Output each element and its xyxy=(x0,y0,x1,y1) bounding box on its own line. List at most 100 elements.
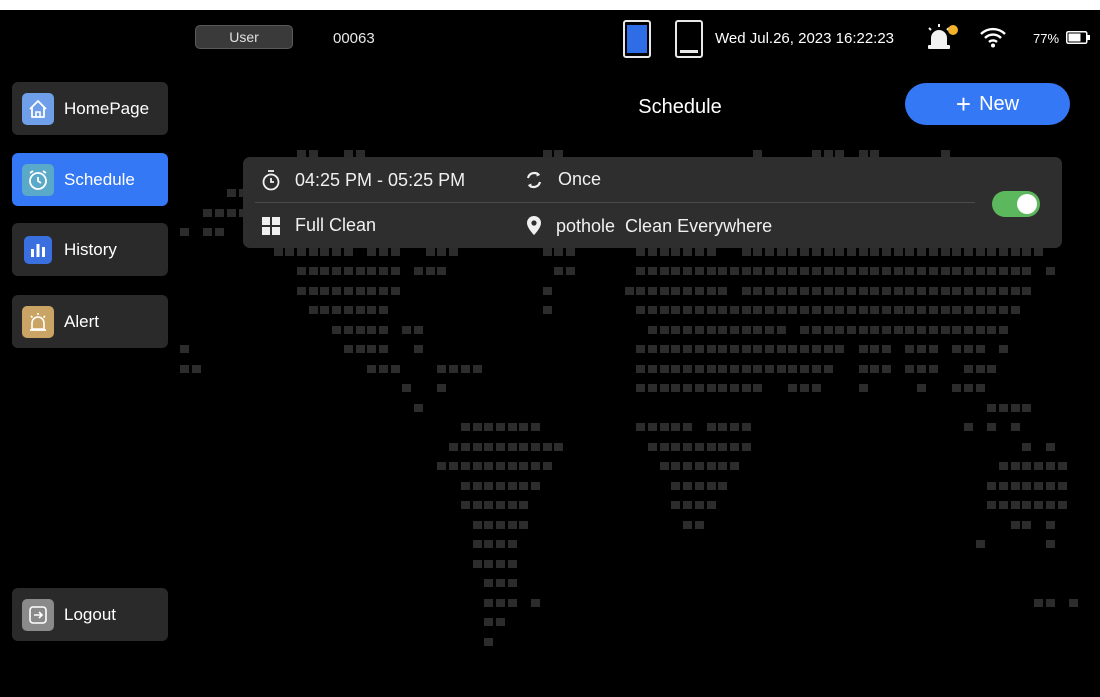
map-dot xyxy=(1010,306,1020,314)
map-dot xyxy=(507,501,517,509)
map-dot xyxy=(905,267,915,275)
schedule-repeat: Once xyxy=(524,169,601,190)
map-dot xyxy=(531,423,540,431)
map-dot xyxy=(975,384,985,392)
sidebar-item-schedule[interactable]: Schedule xyxy=(12,153,168,206)
schedule-enable-toggle[interactable] xyxy=(992,191,1040,217)
phone-active-icon xyxy=(623,20,651,58)
map-dot xyxy=(975,364,985,373)
map-dot xyxy=(671,442,681,451)
map-dot xyxy=(858,384,868,392)
map-dot xyxy=(753,286,763,295)
map-dot xyxy=(952,247,962,256)
logout-icon xyxy=(22,598,54,631)
map-dot xyxy=(437,384,447,392)
map-dot xyxy=(402,325,412,334)
map-dot xyxy=(180,345,189,353)
map-dot xyxy=(484,559,494,568)
map-dot xyxy=(495,501,505,509)
map-dot xyxy=(706,384,716,392)
sidebar-item-label: History xyxy=(64,239,117,259)
map-dot xyxy=(636,247,646,256)
map-dot xyxy=(823,325,833,334)
map-dot xyxy=(460,481,470,490)
map-dot xyxy=(648,364,657,373)
map-dot xyxy=(858,247,868,256)
map-dot xyxy=(870,306,880,314)
map-dot xyxy=(659,267,669,275)
map-dot xyxy=(542,286,552,295)
map-dot xyxy=(542,442,552,451)
user-badge[interactable]: User xyxy=(195,25,293,49)
map-dot xyxy=(636,384,646,392)
map-dot xyxy=(999,501,1008,509)
map-dot xyxy=(987,306,997,314)
map-dot xyxy=(1010,423,1020,431)
map-dot xyxy=(636,364,646,373)
map-dot xyxy=(1045,267,1055,275)
map-dot xyxy=(659,306,669,314)
map-dot xyxy=(741,423,751,431)
map-dot xyxy=(753,325,763,334)
map-dot xyxy=(671,325,681,334)
map-dot xyxy=(788,384,798,392)
map-dot xyxy=(519,501,529,509)
map-dot xyxy=(811,286,821,295)
map-dot xyxy=(975,325,985,334)
map-dot xyxy=(507,559,517,568)
map-dot xyxy=(741,325,751,334)
map-dot xyxy=(495,540,505,548)
map-dot xyxy=(975,286,985,295)
map-dot xyxy=(987,501,997,509)
map-dot xyxy=(706,423,716,431)
map-dot xyxy=(718,306,728,314)
map-dot xyxy=(542,247,552,256)
map-dot xyxy=(800,384,810,392)
map-dot xyxy=(1010,481,1020,490)
map-dot xyxy=(718,442,728,451)
map-dot xyxy=(741,364,751,373)
map-dot xyxy=(683,345,693,353)
map-dot xyxy=(378,286,388,295)
sidebar-item-history[interactable]: History xyxy=(12,223,168,276)
map-dot xyxy=(390,247,400,256)
map-dot xyxy=(1045,520,1055,529)
new-schedule-button[interactable]: + New xyxy=(905,83,1070,125)
map-dot xyxy=(624,286,634,295)
logout-button[interactable]: Logout xyxy=(12,588,168,641)
plus-icon: + xyxy=(955,89,972,119)
sidebar-item-alert[interactable]: Alert xyxy=(12,295,168,348)
map-dot xyxy=(355,286,365,295)
map-dot xyxy=(460,423,470,431)
map-dot xyxy=(659,325,669,334)
map-dot xyxy=(776,267,786,275)
map-dot xyxy=(694,364,704,373)
map-dot xyxy=(320,306,330,314)
map-dot xyxy=(741,345,751,353)
map-dot xyxy=(554,247,564,256)
map-dot xyxy=(718,462,728,470)
map-dot xyxy=(975,247,985,256)
schedule-mode: Full Clean xyxy=(261,215,376,236)
sidebar-item-homepage[interactable]: HomePage xyxy=(12,82,168,135)
map-dot xyxy=(378,325,388,334)
map-dot xyxy=(917,267,927,275)
map-dot xyxy=(905,306,915,314)
map-dot xyxy=(882,306,891,314)
map-dot xyxy=(1010,286,1020,295)
map-dot xyxy=(800,325,810,334)
map-dot xyxy=(308,247,318,256)
map-dot xyxy=(671,481,681,490)
schedule-card[interactable]: 04:25 PM - 05:25 PM Once Full Clean poth… xyxy=(243,157,1062,248)
map-dot xyxy=(765,364,774,373)
map-dot xyxy=(765,267,774,275)
clock-icon xyxy=(22,163,54,196)
map-dot xyxy=(484,520,494,529)
map-dot xyxy=(694,520,704,529)
map-dot xyxy=(963,247,973,256)
map-dot xyxy=(835,247,845,256)
map-dot xyxy=(694,306,704,314)
map-dot xyxy=(765,247,774,256)
map-dot xyxy=(741,306,751,314)
map-dot xyxy=(648,306,657,314)
